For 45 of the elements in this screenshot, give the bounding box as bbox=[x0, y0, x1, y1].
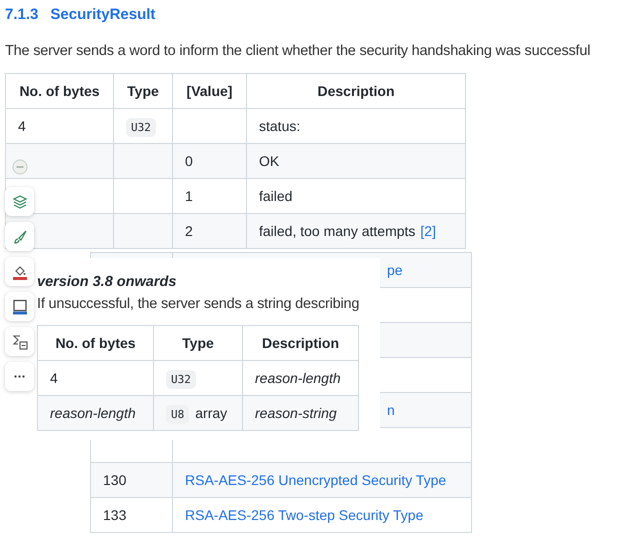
layers-button[interactable] bbox=[5, 187, 34, 216]
security-type-link[interactable]: pe bbox=[387, 262, 403, 278]
cell-text: 133 bbox=[103, 507, 126, 523]
section-title[interactable]: SecurityResult bbox=[50, 6, 156, 23]
cell-text: failed, too many attempts bbox=[259, 223, 416, 239]
formula-button[interactable] bbox=[5, 327, 34, 356]
type-code: U8 bbox=[166, 405, 190, 424]
intro-text: The server sends a word to inform the client whether the security handshaking was successful bbox=[5, 43, 592, 59]
monitor-icon bbox=[12, 298, 28, 314]
column-header: Type bbox=[154, 326, 242, 360]
column-header: Description bbox=[242, 326, 358, 360]
cell-text: reason-length bbox=[255, 370, 341, 386]
description-text: If unsuccessful, the server sends a string describing bbox=[37, 296, 360, 312]
cell-text: 130 bbox=[103, 472, 126, 488]
cell-text: failed bbox=[259, 188, 292, 204]
cell-text: array bbox=[195, 405, 228, 421]
column-header: No. of bytes bbox=[6, 74, 114, 108]
monitor-button[interactable] bbox=[5, 292, 34, 321]
column-header: [Value] bbox=[172, 74, 246, 108]
cell-text: 2 bbox=[185, 223, 193, 239]
cell-text: OK bbox=[259, 153, 280, 169]
brush-button[interactable] bbox=[5, 222, 34, 251]
column-header: Description bbox=[246, 74, 466, 108]
brush-icon bbox=[12, 228, 28, 244]
cell-text: 1 bbox=[185, 188, 193, 204]
paint-bucket-button[interactable] bbox=[5, 257, 34, 286]
cell-text: status: bbox=[259, 118, 300, 134]
type-code: U32 bbox=[126, 118, 156, 137]
footnote-link[interactable]: [2] bbox=[420, 223, 436, 239]
section-number[interactable]: 7.1.3 bbox=[5, 6, 38, 23]
security-type-link[interactable]: n bbox=[387, 402, 395, 418]
cell-text: reason-string bbox=[255, 405, 337, 421]
type-code: U32 bbox=[166, 370, 196, 389]
paint-bucket-icon bbox=[12, 264, 28, 280]
column-header: No. of bytes bbox=[38, 326, 154, 360]
layers-icon bbox=[12, 194, 28, 210]
cell-text: 4 bbox=[18, 118, 26, 134]
cell-text: 4 bbox=[50, 370, 58, 386]
collapse-icon bbox=[12, 158, 28, 174]
cell-text: 0 bbox=[185, 153, 193, 169]
more-icon bbox=[14, 375, 25, 378]
cell-text: reason-length bbox=[50, 405, 136, 421]
version-label: version 3.8 onwards bbox=[37, 274, 178, 290]
formula-icon bbox=[12, 334, 28, 350]
column-header: Type bbox=[114, 74, 172, 108]
